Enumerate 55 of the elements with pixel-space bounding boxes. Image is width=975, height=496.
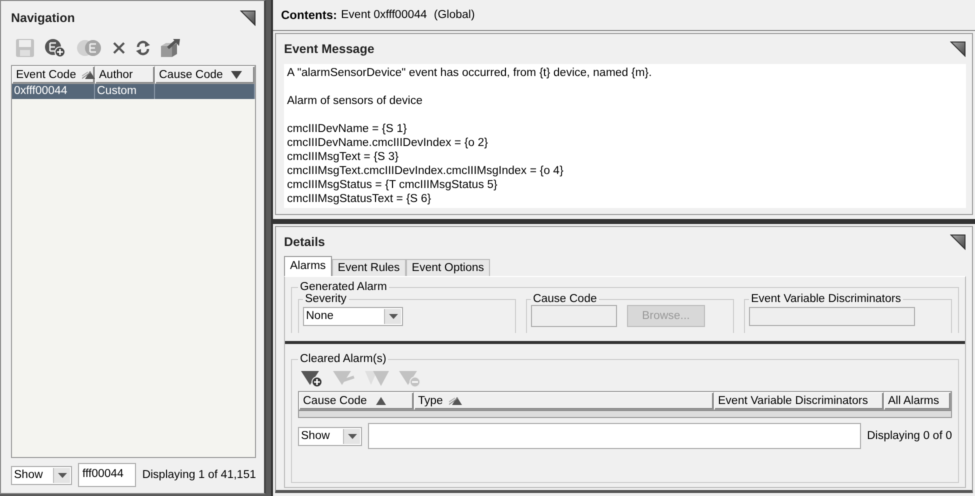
column-header[interactable]: Cause Code bbox=[299, 392, 414, 410]
panel-title: Navigation bbox=[11, 11, 75, 25]
column-header[interactable]: All Alarms bbox=[884, 392, 951, 410]
tab[interactable]: Event Rules bbox=[332, 259, 406, 276]
cause-code-field[interactable] bbox=[530, 305, 617, 327]
group-title: Event Variable Discriminators bbox=[750, 293, 902, 305]
table-row[interactable]: 0xfff00044 Custom bbox=[12, 84, 255, 99]
message-line: cmcIIIMsgStatus = {T cmcIIIMsgStatus 5} bbox=[287, 178, 498, 192]
filter-add-icon[interactable] bbox=[300, 368, 324, 388]
filter-dropdown[interactable]: Show bbox=[298, 426, 362, 446]
collapse-icon[interactable] bbox=[950, 234, 966, 250]
status-text: Displaying 1 of 41,151 bbox=[142, 469, 256, 481]
table-cell: 0xfff00044 bbox=[12, 84, 95, 99]
tab[interactable]: Alarms bbox=[284, 256, 332, 276]
table-cell: Custom bbox=[95, 84, 155, 99]
message-line: cmcIIIDevName.cmcIIIDevIndex = {o 2} bbox=[287, 136, 490, 150]
contents-label: Contents: bbox=[281, 8, 337, 22]
scope-text: (Global) bbox=[434, 9, 475, 21]
collapse-icon[interactable] bbox=[950, 41, 966, 57]
search-field[interactable]: fff00044 bbox=[78, 463, 136, 487]
message-line: cmcIIIMsgText.cmcIIIDevIndex.cmcIIIMsgIndex = {o 4} bbox=[287, 164, 564, 178]
sort-ascending-icon bbox=[448, 397, 462, 405]
collapse-icon[interactable] bbox=[240, 10, 256, 26]
discriminators-field[interactable] bbox=[748, 306, 915, 326]
panel-title: Details bbox=[284, 235, 325, 249]
column-header[interactable]: Event Code bbox=[12, 66, 95, 84]
group-title: Generated Alarm bbox=[299, 281, 388, 293]
caret-icon bbox=[388, 314, 398, 318]
severity-dropdown[interactable]: None bbox=[303, 306, 403, 326]
caret-icon bbox=[348, 434, 356, 438]
panel-title: Event Message bbox=[284, 42, 374, 56]
group-title: Cleared Alarm(s) bbox=[299, 353, 388, 365]
message-line: cmcIIIMsgStatusText = {S 6} bbox=[287, 192, 432, 206]
status-text: Displaying 0 of 0 bbox=[866, 430, 952, 442]
message-line: Alarm of sensors of device bbox=[287, 94, 424, 108]
message-line: A "alarmSensorDevice" event has occurred, from {t} device, named {m}. bbox=[287, 66, 653, 80]
column-header[interactable]: Author bbox=[95, 66, 155, 84]
tab[interactable]: Event Options bbox=[406, 259, 490, 276]
box-arrow-icon[interactable] bbox=[160, 38, 182, 58]
column-header[interactable]: Type bbox=[414, 392, 714, 410]
sort-ascending-icon bbox=[82, 71, 96, 79]
caret-icon bbox=[58, 472, 67, 478]
filter-dropdown[interactable]: Show bbox=[11, 466, 72, 484]
event-add-icon[interactable] bbox=[44, 38, 66, 58]
group-title: Cause Code bbox=[532, 293, 598, 305]
close-icon[interactable] bbox=[112, 41, 126, 55]
refresh-icon[interactable] bbox=[135, 40, 151, 56]
column-header[interactable]: Cause Code bbox=[155, 66, 255, 84]
message-line: cmcIIIMsgText = {S 3} bbox=[287, 150, 400, 164]
search-field[interactable] bbox=[368, 423, 861, 449]
message-line: cmcIIIDevName = {S 1} bbox=[287, 122, 408, 136]
group-title: Severity bbox=[304, 293, 348, 305]
event-name: Event 0xfff00044 bbox=[341, 9, 427, 21]
column-header[interactable]: Event Variable Discriminators bbox=[714, 392, 884, 410]
sort-descending-icon bbox=[228, 71, 242, 79]
